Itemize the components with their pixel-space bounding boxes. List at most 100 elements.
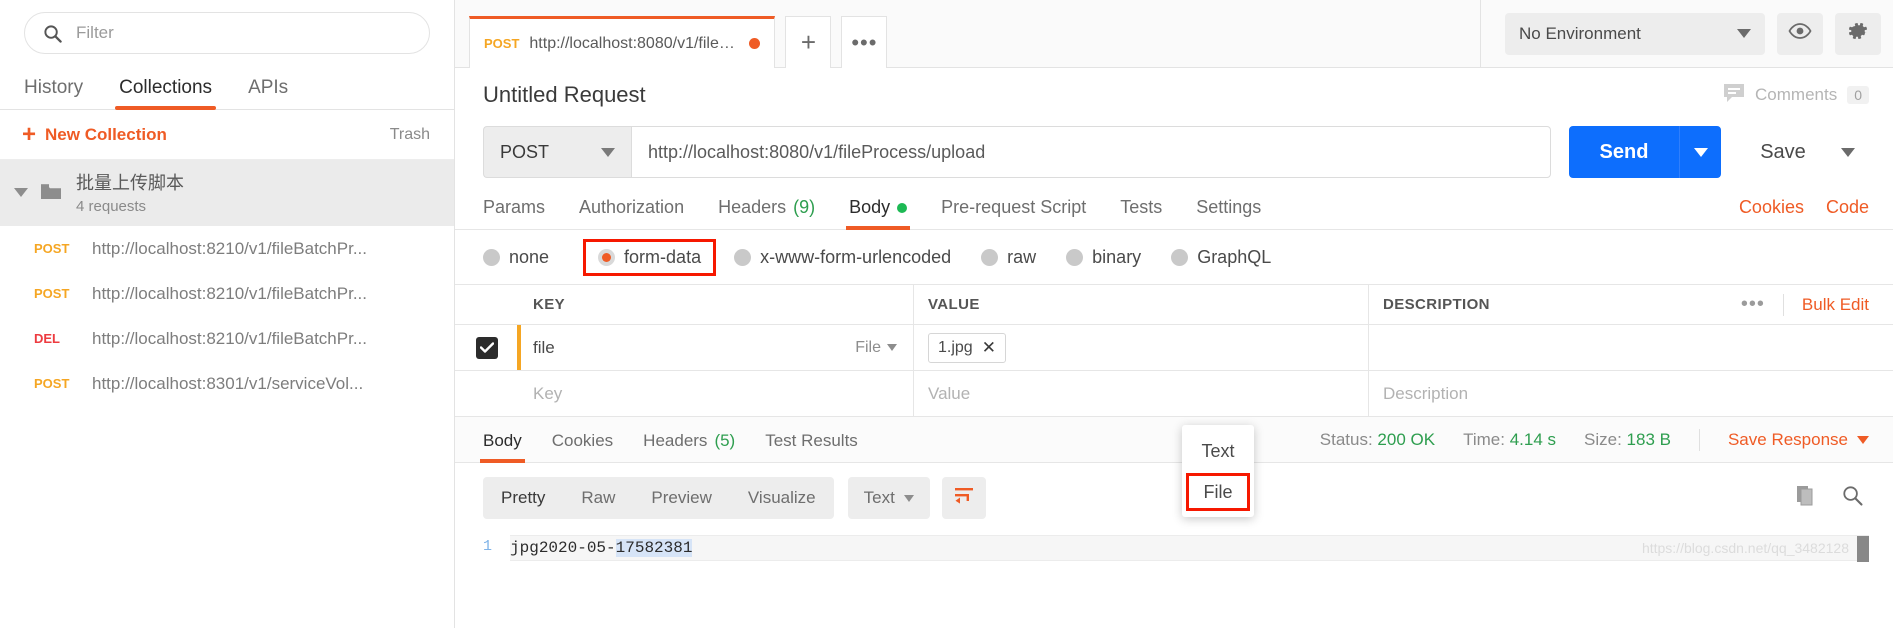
response-format-selector[interactable]: Text — [847, 477, 930, 519]
dropdown-option-file[interactable]: File — [1186, 473, 1250, 511]
radio-icon — [1066, 248, 1084, 266]
view-mode-preview[interactable]: Preview — [633, 477, 729, 519]
view-mode-visualize[interactable]: Visualize — [730, 477, 834, 519]
new-collection-row: + New Collection Trash — [0, 110, 454, 160]
save-button[interactable]: Save — [1739, 126, 1827, 178]
response-tab-test-results[interactable]: Test Results — [765, 431, 858, 462]
tab-params[interactable]: Params — [483, 197, 545, 229]
row-key-cell[interactable]: Key — [519, 371, 914, 416]
url-input[interactable] — [648, 141, 1534, 163]
view-mode-raw[interactable]: Raw — [563, 477, 633, 519]
folder-icon — [40, 183, 62, 201]
response-body-text[interactable]: jpg2020-05-17582381 https://blog.csdn.ne… — [510, 535, 1869, 562]
time-label: Time: — [1463, 430, 1505, 449]
sidebar-tab-collections[interactable]: Collections — [115, 77, 216, 110]
table-more-button[interactable]: ••• — [1741, 293, 1765, 316]
filter-field[interactable] — [76, 23, 411, 43]
sidebar-tab-history[interactable]: History — [24, 77, 83, 109]
size-value: 183 B — [1626, 430, 1671, 449]
body-type-form-data[interactable]: form-data — [583, 238, 717, 276]
word-wrap-button[interactable] — [941, 477, 986, 519]
row-description-cell[interactable] — [1369, 325, 1893, 370]
code-link[interactable]: Code — [1826, 197, 1869, 218]
tab-menu-button[interactable]: ••• — [841, 16, 888, 68]
comments-button[interactable]: Comments 0 — [1723, 83, 1869, 108]
plus-icon: + — [22, 120, 37, 148]
body-type-none[interactable]: none — [483, 247, 567, 268]
tab-authorization[interactable]: Authorization — [579, 197, 684, 229]
chevron-down-icon[interactable] — [14, 187, 28, 197]
row-type-selector[interactable]: File — [855, 339, 897, 357]
file-chip[interactable]: 1.jpg ✕ — [928, 332, 1006, 363]
view-mode-pretty[interactable]: Pretty — [483, 477, 563, 519]
row-description-cell[interactable]: Description — [1369, 371, 1893, 416]
response-tab-headers[interactable]: Headers (5) — [643, 431, 735, 462]
chevron-down-icon — [903, 494, 914, 502]
url-input-wrapper[interactable] — [631, 126, 1551, 178]
size-badge: Size: 183 B — [1584, 430, 1671, 450]
list-item[interactable]: POST http://localhost:8301/v1/serviceVol… — [0, 361, 454, 406]
body-type-graphql[interactable]: GraphQL — [1171, 247, 1289, 268]
time-badge: Time: 4.14 s — [1463, 430, 1556, 450]
environment-quick-look-button[interactable] — [1777, 12, 1823, 55]
table-row[interactable]: file File 1.jpg ✕ — [455, 325, 1893, 371]
response-tab-cookies[interactable]: Cookies — [552, 431, 613, 462]
sidebar-tab-apis[interactable]: APIs — [248, 77, 288, 109]
tab-label: Params — [483, 197, 546, 217]
send-options-button[interactable] — [1679, 126, 1721, 178]
column-header-value: VALUE — [928, 296, 980, 313]
copy-button[interactable] — [1796, 485, 1816, 512]
request-title-row: Untitled Request Comments 0 — [455, 68, 1893, 122]
row-value-cell[interactable]: Value — [914, 371, 1369, 416]
list-item[interactable]: DEL http://localhost:8210/v1/fileBatchPr… — [0, 316, 454, 361]
row-checkbox[interactable] — [476, 336, 498, 359]
key-placeholder: Key — [533, 383, 563, 403]
new-tab-button[interactable]: + — [785, 16, 832, 68]
tab-settings[interactable]: Settings — [1196, 197, 1261, 229]
time-value: 4.14 s — [1509, 430, 1556, 449]
page-title[interactable]: Untitled Request — [483, 82, 646, 108]
list-item[interactable]: POST http://localhost:8210/v1/fileBatchP… — [0, 271, 454, 316]
view-mode-group: Pretty Raw Preview Visualize — [483, 477, 834, 519]
list-item[interactable]: POST http://localhost:8210/v1/fileBatchP… — [0, 226, 454, 271]
bulk-edit-button[interactable]: Bulk Edit — [1802, 295, 1869, 315]
ellipsis-icon: ••• — [851, 29, 878, 55]
settings-button[interactable] — [1835, 12, 1881, 55]
request-tab-active[interactable]: POST http://localhost:8080/v1/filePr... — [469, 16, 776, 68]
body-type-label: none — [509, 246, 550, 267]
send-button[interactable]: Send — [1569, 126, 1679, 178]
scrollbar-thumb[interactable] — [1857, 536, 1869, 562]
new-collection-button[interactable]: + New Collection — [22, 120, 167, 148]
row-value-cell[interactable]: 1.jpg ✕ — [914, 325, 1369, 370]
tab-body[interactable]: Body — [846, 197, 911, 230]
save-response-button[interactable]: Save Response — [1728, 430, 1869, 450]
collection-folder-row[interactable]: 批量上传脚本 4 requests — [0, 160, 454, 226]
body-type-binary[interactable]: binary — [1066, 247, 1159, 268]
trash-link[interactable]: Trash — [390, 126, 430, 144]
row-type-label: File — [855, 338, 881, 356]
method-selector[interactable]: POST — [483, 126, 631, 178]
sidebar-tabs: History Collections APIs — [0, 64, 454, 110]
request-list: POST http://localhost:8210/v1/fileBatchP… — [0, 226, 454, 628]
table-row-placeholder[interactable]: Key Value Description — [455, 371, 1893, 417]
dropdown-option-text[interactable]: Text — [1182, 431, 1254, 471]
key-type-dropdown[interactable]: Text File — [1182, 425, 1254, 517]
tab-label: Tests — [1120, 197, 1163, 217]
tab-headers[interactable]: Headers (9) — [718, 197, 815, 229]
environment-selector[interactable]: No Environment — [1505, 12, 1765, 55]
copy-icon — [1796, 485, 1816, 511]
collection-request-count: 4 requests — [76, 198, 147, 215]
body-type-urlencoded[interactable]: x-www-form-urlencoded — [734, 247, 969, 268]
response-tab-body[interactable]: Body — [480, 431, 525, 463]
body-type-row: none form-data x-www-form-urlencoded raw… — [455, 230, 1893, 284]
save-options-button[interactable] — [1827, 126, 1869, 178]
tab-pre-request-script[interactable]: Pre-request Script — [941, 197, 1086, 229]
search-input[interactable] — [24, 12, 430, 54]
close-icon[interactable]: ✕ — [982, 338, 996, 358]
row-key-cell[interactable]: file File — [517, 325, 914, 370]
tab-tests[interactable]: Tests — [1120, 197, 1162, 229]
cookies-link[interactable]: Cookies — [1739, 197, 1804, 218]
collection-name: 批量上传脚本 — [76, 173, 184, 193]
search-response-button[interactable] — [1842, 485, 1863, 511]
body-type-raw[interactable]: raw — [981, 247, 1054, 268]
